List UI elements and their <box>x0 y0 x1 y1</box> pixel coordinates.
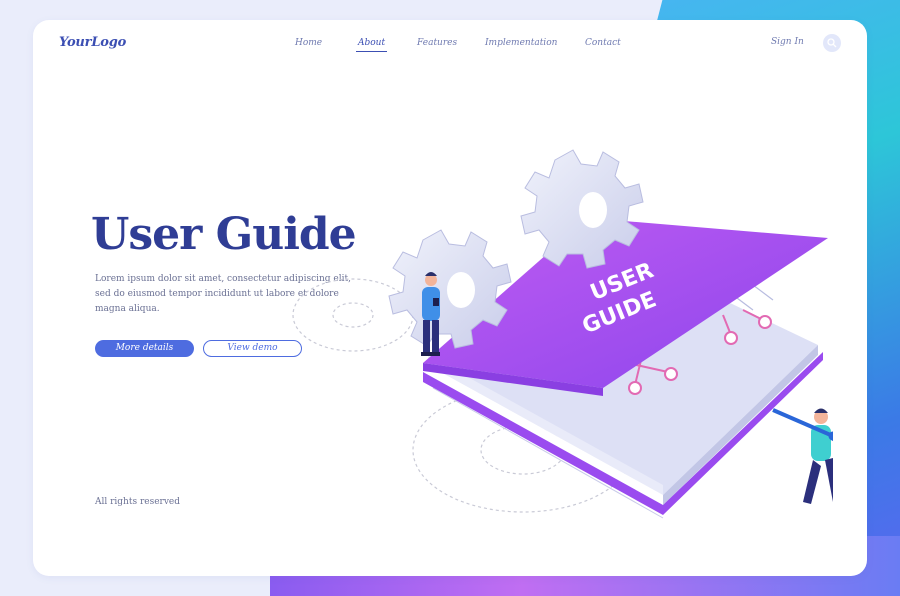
nav-home[interactable]: Home <box>295 38 322 48</box>
sign-in-link[interactable]: Sign In <box>771 37 804 47</box>
search-button[interactable] <box>823 34 841 52</box>
nav-about[interactable]: About <box>355 38 388 52</box>
nav-contact[interactable]: Contact <box>585 38 621 48</box>
more-details-button[interactable]: More details <box>95 340 194 357</box>
search-icon <box>827 38 837 48</box>
nav-features[interactable]: Features <box>417 38 457 48</box>
landing-card: YourLogo Home About Features Implementat… <box>33 20 867 576</box>
person-with-screwdriver-figure <box>772 408 833 504</box>
logo[interactable]: YourLogo <box>59 35 126 50</box>
user-guide-illustration: USER GUIDE <box>292 149 833 519</box>
copyright-text: All rights reserved <box>95 497 180 507</box>
nav-implementation[interactable]: Implementation <box>485 38 557 48</box>
